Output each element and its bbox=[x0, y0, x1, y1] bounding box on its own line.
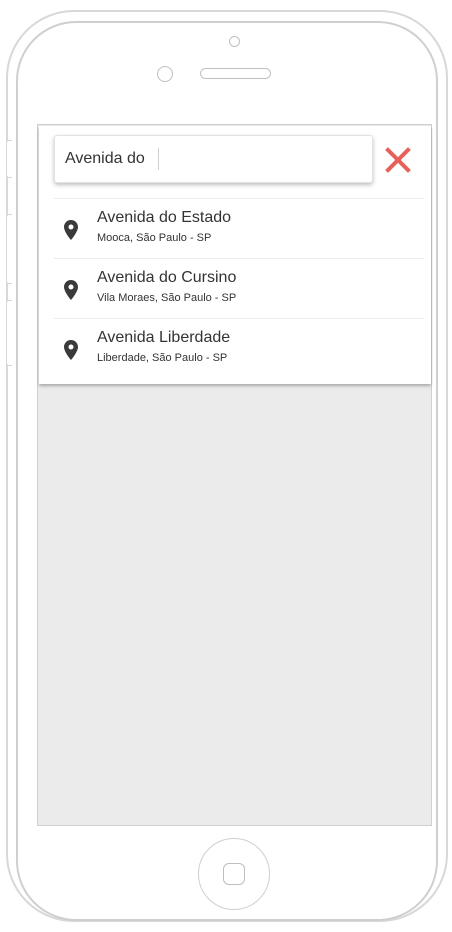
results-list: Avenida do Estado Mooca, São Paulo - SP … bbox=[54, 199, 424, 378]
proximity-sensor bbox=[157, 66, 173, 82]
result-item[interactable]: Avenida do Estado Mooca, São Paulo - SP bbox=[54, 199, 424, 259]
map-pin-icon bbox=[64, 220, 78, 240]
map-pin-icon bbox=[64, 280, 78, 300]
close-button[interactable] bbox=[385, 147, 411, 173]
volume-up-button bbox=[6, 214, 12, 284]
search-box[interactable] bbox=[54, 135, 373, 183]
result-title: Avenida do Estado bbox=[97, 209, 232, 226]
close-icon bbox=[385, 147, 411, 173]
result-subtitle: Vila Moraes, São Paulo - SP bbox=[97, 292, 237, 304]
mute-switch bbox=[6, 140, 12, 178]
earpiece-speaker bbox=[200, 68, 271, 79]
result-item[interactable]: Avenida do Cursino Vila Moraes, São Paul… bbox=[54, 259, 424, 319]
result-subtitle: Liberdade, São Paulo - SP bbox=[97, 352, 228, 364]
home-square-icon bbox=[223, 863, 245, 885]
volume-down-button bbox=[6, 300, 12, 366]
autocomplete-panel: Avenida do Estado Mooca, São Paulo - SP … bbox=[39, 126, 431, 384]
map-pin-icon bbox=[64, 340, 78, 360]
text-caret bbox=[158, 148, 159, 170]
front-camera bbox=[229, 36, 240, 47]
result-title: Avenida do Cursino bbox=[97, 269, 237, 286]
result-subtitle: Mooca, São Paulo - SP bbox=[97, 232, 212, 244]
search-input[interactable] bbox=[65, 136, 265, 182]
result-item[interactable]: Avenida Liberdade Liberdade, São Paulo -… bbox=[54, 319, 424, 378]
result-title: Avenida Liberdade bbox=[97, 329, 231, 346]
home-button[interactable] bbox=[198, 838, 270, 910]
